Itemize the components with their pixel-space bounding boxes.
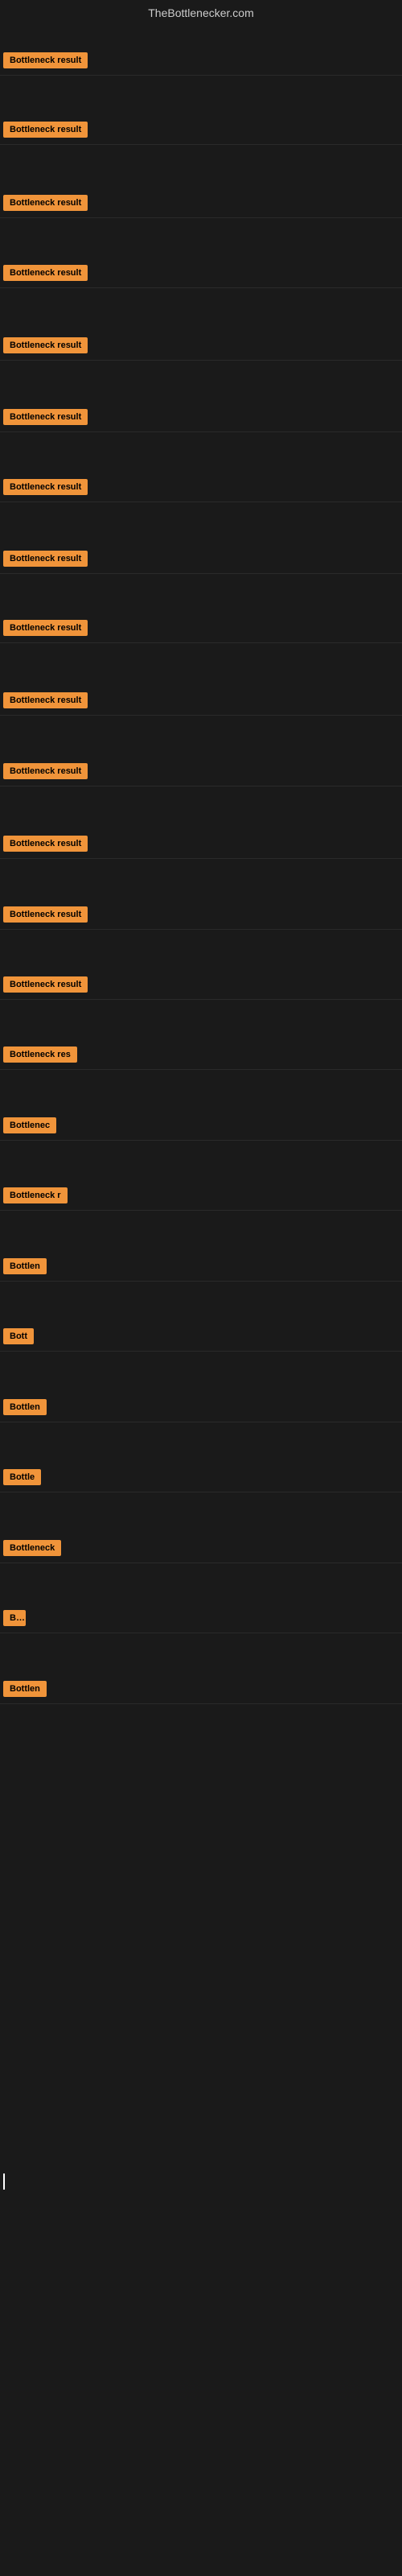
list-item[interactable]: Bottleneck result [0,970,402,1000]
bottleneck-badge: Bottlenec [3,1117,56,1133]
list-item[interactable]: Bottleneck result [0,188,402,218]
bottleneck-badge: Bottleneck res [3,1046,77,1063]
bottleneck-badge: Bottleneck result [3,122,88,138]
bottleneck-badge: Bottlen [3,1399,47,1415]
list-item[interactable]: Bo [0,1604,402,1633]
list-item[interactable]: Bottleneck result [0,115,402,145]
list-item[interactable]: Bottleneck result [0,402,402,432]
bottleneck-badge: Bo [3,1610,26,1626]
bottleneck-badge: Bottleneck result [3,620,88,636]
bottleneck-badge: Bottleneck result [3,409,88,425]
list-item[interactable]: Bottlen [0,1393,402,1422]
bottleneck-badge: Bottleneck r [3,1187,68,1203]
list-item[interactable]: Bottlen [0,1252,402,1282]
bottleneck-badge: Bottle [3,1469,41,1485]
cursor-marker [3,2174,5,2190]
list-item[interactable]: Bottleneck [0,1534,402,1563]
list-item[interactable]: Bottleneck result [0,686,402,716]
bottleneck-badge: Bottleneck result [3,906,88,923]
bottleneck-badge: Bottleneck result [3,976,88,993]
bottleneck-badge: Bottleneck result [3,479,88,495]
list-item[interactable]: Bottlenec [0,1111,402,1141]
list-item[interactable]: Bottleneck result [0,757,402,786]
list-item[interactable]: Bottleneck result [0,331,402,361]
list-item[interactable]: Bottleneck result [0,613,402,643]
list-item[interactable]: Bott [0,1322,402,1352]
bottleneck-badge: Bottleneck result [3,337,88,353]
bottleneck-badge: Bottlen [3,1681,47,1697]
list-item[interactable]: Bottleneck result [0,829,402,859]
bottleneck-badge: Bott [3,1328,34,1344]
site-title: TheBottlenecker.com [0,0,402,26]
list-item[interactable]: Bottleneck result [0,473,402,502]
bottleneck-badge: Bottleneck result [3,692,88,708]
bottleneck-badge: Bottlen [3,1258,47,1274]
bottleneck-badge: Bottleneck result [3,52,88,68]
bottleneck-badge: Bottleneck result [3,551,88,567]
list-item[interactable]: Bottleneck result [0,544,402,574]
list-item[interactable]: Bottleneck result [0,900,402,930]
bottleneck-badge: Bottleneck result [3,195,88,211]
bottleneck-badge: Bottleneck result [3,265,88,281]
bottleneck-badge: Bottleneck result [3,763,88,779]
list-item[interactable]: Bottleneck r [0,1181,402,1211]
list-item[interactable]: Bottleneck result [0,46,402,76]
list-item[interactable]: Bottlen [0,1674,402,1704]
list-item[interactable]: Bottleneck res [0,1040,402,1070]
bottleneck-badge: Bottleneck [3,1540,61,1556]
bottleneck-badge: Bottleneck result [3,836,88,852]
list-item[interactable]: Bottle [0,1463,402,1492]
list-item[interactable]: Bottleneck result [0,258,402,288]
